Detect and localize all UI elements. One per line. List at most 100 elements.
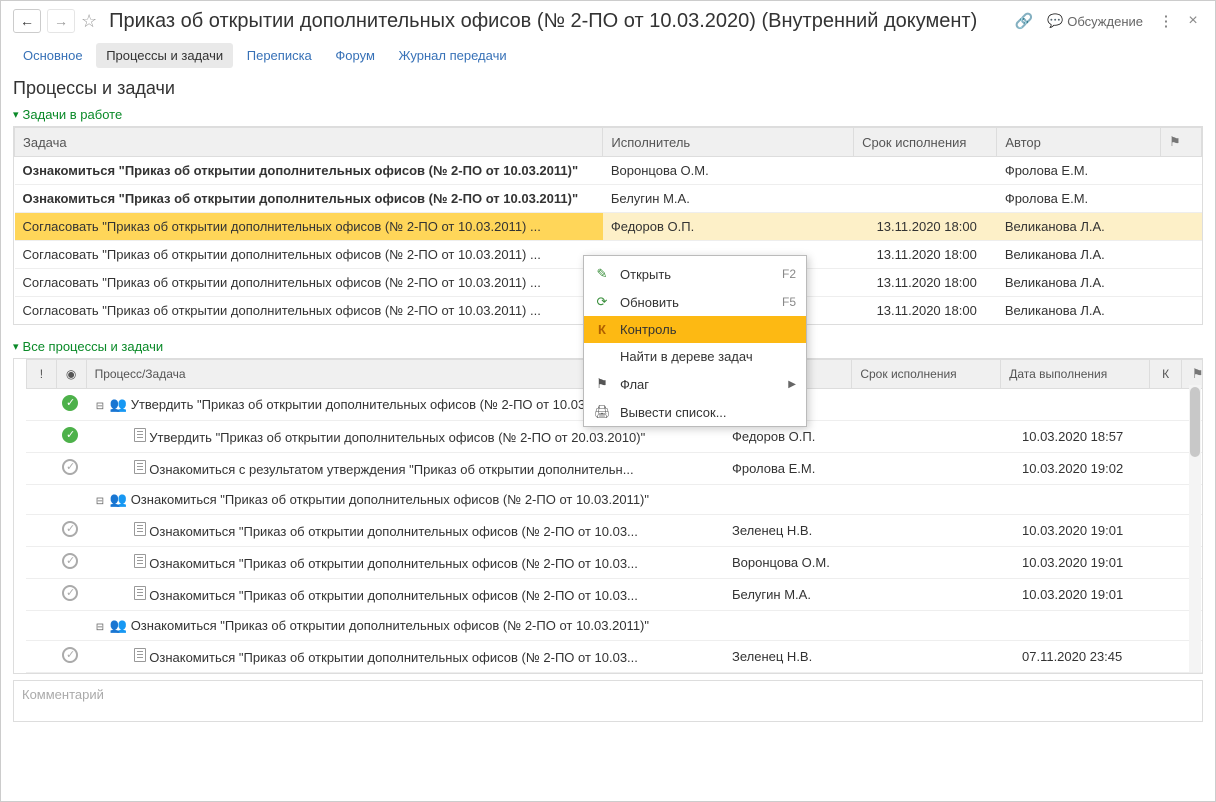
table-row[interactable]: Согласовать "Приказ об открытии дополнит…	[15, 213, 1202, 241]
tab-main[interactable]: Основное	[13, 43, 93, 68]
cell-task: Согласовать "Приказ об открытии дополнит…	[15, 241, 603, 269]
cell-exec: Воронцова О.М.	[603, 157, 854, 185]
col-done[interactable]: Дата выполнения	[1001, 360, 1150, 389]
tree-row[interactable]: Ознакомиться "Приказ об открытии дополни…	[26, 515, 1202, 547]
tab-correspondence[interactable]: Переписка	[237, 43, 322, 68]
table-row[interactable]: Ознакомиться "Приказ об открытии дополни…	[15, 157, 1202, 185]
discuss-button[interactable]: 💬 Обсуждение	[1041, 13, 1149, 29]
status-checked-icon	[62, 553, 78, 569]
cell-process: ⊟ 👥 Ознакомиться "Приказ об открытии доп…	[86, 611, 724, 641]
cell-process: Ознакомиться "Приказ об открытии дополни…	[86, 673, 724, 675]
process-icon: 👥	[110, 617, 127, 633]
status-checked-icon	[62, 521, 78, 537]
col-due2[interactable]: Срок исполнения	[852, 360, 1001, 389]
col-important[interactable]: !	[27, 360, 57, 389]
more-icon[interactable]: ⋮	[1155, 12, 1177, 30]
cell-process: Ознакомиться "Приказ об открытии дополни…	[86, 547, 724, 579]
cell-due	[874, 421, 1014, 453]
table-row[interactable]: Ознакомиться "Приказ об открытии дополни…	[15, 185, 1202, 213]
cell-task: Согласовать "Приказ об открытии дополнит…	[15, 213, 603, 241]
cm-find-in-tree[interactable]: Найти в дереве задач	[584, 343, 806, 370]
control-icon: К	[594, 322, 610, 337]
document-icon	[134, 586, 146, 600]
status-checked-icon	[62, 459, 78, 475]
col-task[interactable]: Задача	[15, 128, 603, 157]
cell-due	[874, 389, 1014, 421]
tree-row[interactable]: ⊟ 👥 Ознакомиться "Приказ об открытии доп…	[26, 611, 1202, 641]
cell-done	[1014, 389, 1154, 421]
tab-forum[interactable]: Форум	[325, 43, 385, 68]
cell-task: Согласовать "Приказ об открытии дополнит…	[15, 269, 603, 297]
tree-toggle[interactable]: ⊟	[94, 401, 106, 412]
comment-input[interactable]: Комментарий	[13, 680, 1203, 722]
cell-flag	[1161, 213, 1202, 241]
cell-author: Фролова Е.М.	[997, 185, 1161, 213]
col-k[interactable]: К	[1150, 360, 1182, 389]
cell-author: Великанова Л.А.	[997, 213, 1161, 241]
group-tasks-in-work[interactable]: Задачи в работе	[1, 103, 1215, 126]
col-executor[interactable]: Исполнитель	[603, 128, 854, 157]
cell-done: 10.03.2020 19:02	[1014, 453, 1154, 485]
tree-row[interactable]: ⊟ 👥 Ознакомиться "Приказ об открытии доп…	[26, 485, 1202, 515]
printer-icon: 🖨	[594, 404, 610, 420]
col-author[interactable]: Автор	[997, 128, 1161, 157]
status-checked-icon	[62, 585, 78, 601]
cell-flag	[1161, 185, 1202, 213]
link-icon[interactable]: 🔗	[1013, 12, 1035, 30]
cell-due	[874, 485, 1014, 515]
tree-row[interactable]: Ознакомиться "Приказ об открытии дополни…	[26, 641, 1202, 673]
cell-due: 13.11.2020 18:00	[854, 297, 997, 325]
tree-row[interactable]: Ознакомиться с результатом утверждения "…	[26, 453, 1202, 485]
status-checked-icon	[62, 647, 78, 663]
cell-done: 10.03.2020 19:01	[1014, 547, 1154, 579]
col-flag[interactable]: ⚑	[1161, 128, 1202, 157]
tab-transfer-log[interactable]: Журнал передачи	[389, 43, 517, 68]
cell-flag	[1161, 241, 1202, 269]
col-due[interactable]: Срок исполнения	[854, 128, 997, 157]
cell-exec: Белугин М.А.	[724, 579, 874, 611]
document-icon	[134, 522, 146, 536]
cell-flag	[1161, 157, 1202, 185]
cell-done: 10.03.2020 18:57	[1014, 421, 1154, 453]
cell-done	[1014, 485, 1154, 515]
cm-refresh[interactable]: ⟳ Обновить F5	[584, 288, 806, 316]
tree-row[interactable]: Ознакомиться "Приказ об открытии дополни…	[26, 547, 1202, 579]
status-done-icon	[62, 427, 78, 443]
cell-author: Великанова Л.А.	[997, 297, 1161, 325]
page-title: Приказ об открытии дополнительных офисов…	[109, 10, 1007, 33]
nav-back-button[interactable]: ←	[13, 9, 41, 33]
cm-flag[interactable]: ⚑ Флаг ▶	[584, 370, 806, 398]
col-status[interactable]: ◉	[56, 360, 86, 389]
cell-process: Ознакомиться с результатом утверждения "…	[86, 453, 724, 485]
cell-due	[874, 453, 1014, 485]
favorite-star-icon[interactable]: ☆	[81, 11, 97, 32]
cell-task: Согласовать "Приказ об открытии дополнит…	[15, 297, 603, 325]
cell-exec: Федоров О.П.	[603, 213, 854, 241]
context-menu: ✎ Открыть F2 ⟳ Обновить F5 К Контроль На…	[583, 255, 807, 427]
tree-toggle[interactable]: ⊟	[94, 622, 106, 633]
cell-exec: Зеленец Н.В.	[724, 641, 874, 673]
flag-icon: ⚑	[1169, 134, 1181, 149]
close-button[interactable]: ×	[1183, 12, 1203, 30]
cell-done: 10.03.2020 19:01	[1014, 515, 1154, 547]
nav-forward-button[interactable]: →	[47, 9, 75, 33]
cell-due: 13.11.2020 18:00	[854, 213, 997, 241]
cell-process: Ознакомиться "Приказ об открытии дополни…	[86, 641, 724, 673]
cm-control[interactable]: К Контроль	[584, 316, 806, 343]
tree-toggle[interactable]: ⊟	[94, 496, 106, 507]
tree-row[interactable]: Ознакомиться "Приказ об открытии дополни…	[26, 673, 1202, 675]
cell-due	[874, 547, 1014, 579]
cell-flag	[1161, 297, 1202, 325]
cell-process: Ознакомиться "Приказ об открытии дополни…	[86, 515, 724, 547]
cm-open[interactable]: ✎ Открыть F2	[584, 260, 806, 288]
cell-due	[874, 611, 1014, 641]
tree-row[interactable]: Ознакомиться "Приказ об открытии дополни…	[26, 579, 1202, 611]
cell-flag	[1161, 269, 1202, 297]
section-title: Процессы и задачи	[1, 74, 1215, 103]
cell-author: Великанова Л.А.	[997, 241, 1161, 269]
flag-icon: ⚑	[1192, 366, 1203, 381]
tab-processes[interactable]: Процессы и задачи	[96, 43, 233, 68]
document-icon	[134, 428, 146, 442]
scrollbar[interactable]	[1189, 385, 1201, 672]
cm-print-list[interactable]: 🖨 Вывести список...	[584, 398, 806, 426]
